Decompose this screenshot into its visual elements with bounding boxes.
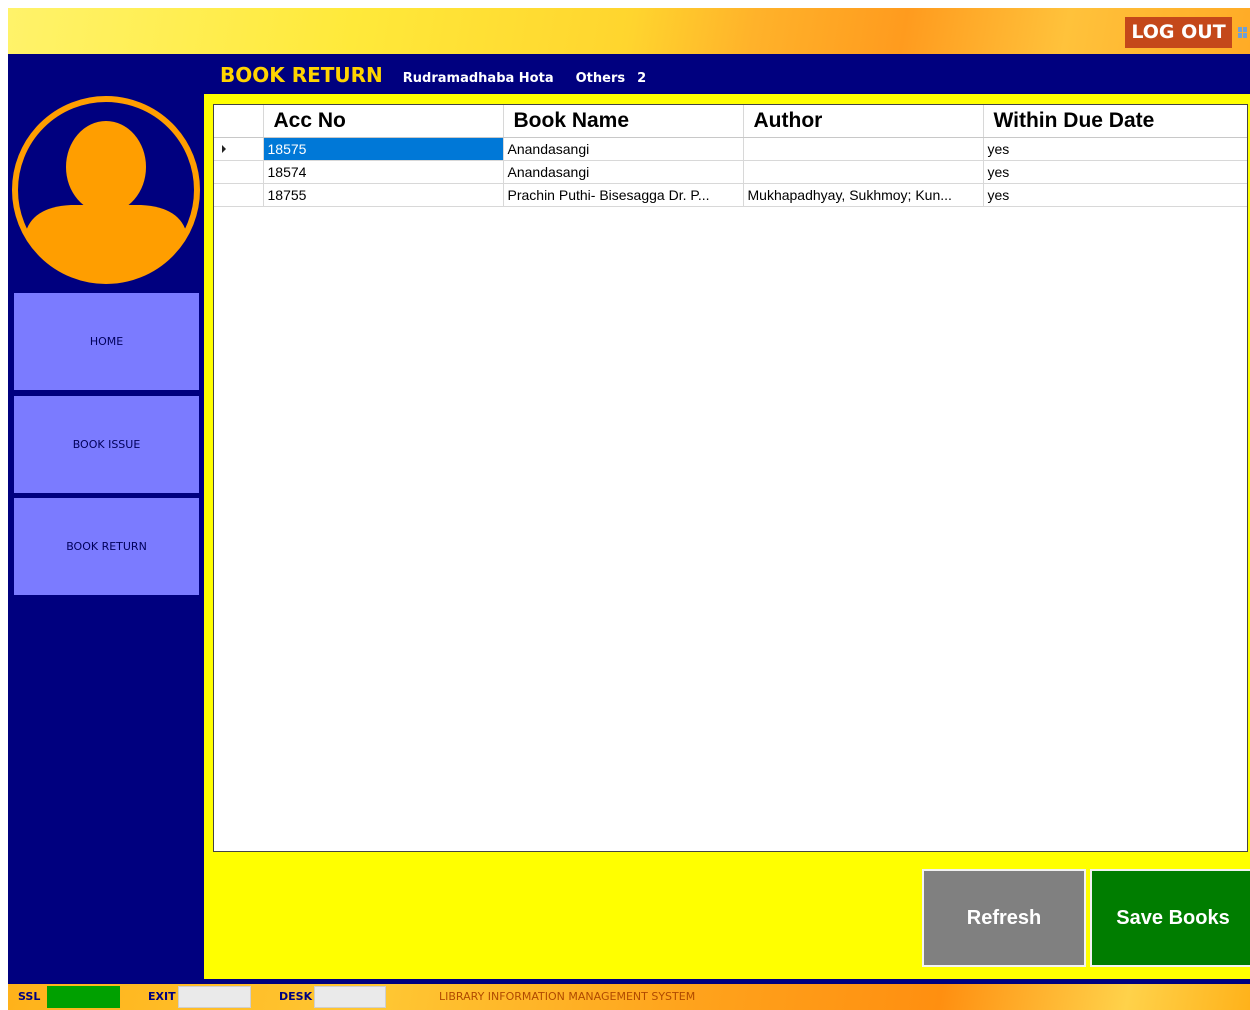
cell-book-name[interactable]: Prachin Puthi- Bisesagga Dr. P... — [503, 183, 744, 207]
exit-label: EXIT — [148, 990, 176, 1003]
status-bar: SSL EXIT DESK LIBRARY INFORMATION MANAGE… — [8, 984, 1250, 1010]
table-row[interactable]: 18755 Prachin Puthi- Bisesagga Dr. P... … — [214, 183, 1247, 207]
sidebar-item-label: BOOK RETURN — [66, 540, 147, 553]
cell-author[interactable]: Mukhapadhyay, Sukhmoy; Kun... — [743, 183, 984, 207]
sidebar-item-book-return[interactable]: BOOK RETURN — [14, 498, 199, 595]
page-header: BOOK RETURN Rudramadhaba Hota Others 2 — [220, 63, 646, 89]
refresh-button[interactable]: Refresh — [922, 869, 1086, 967]
table-row[interactable]: 18575 Anandasangi yes — [214, 137, 1247, 161]
column-header-author[interactable]: Author — [743, 105, 984, 138]
sidebar-item-home[interactable]: HOME — [14, 293, 199, 390]
app-window: LOG OUT BOOK RETURN Rudramadhaba Hota Ot… — [8, 8, 1250, 1010]
desk-field[interactable] — [314, 986, 386, 1008]
cell-acc-no[interactable]: 18574 — [263, 160, 504, 184]
cell-within-due-date[interactable]: yes — [983, 160, 1247, 184]
column-header-acc-no[interactable]: Acc No — [263, 105, 504, 138]
cell-acc-no[interactable]: 18755 — [263, 183, 504, 207]
page-title: BOOK RETURN — [220, 63, 383, 87]
top-bar: LOG OUT — [8, 8, 1250, 54]
row-header-corner — [214, 105, 264, 138]
cell-within-due-date[interactable]: yes — [983, 183, 1247, 207]
user-category: Others — [575, 71, 626, 86]
ssl-indicator — [47, 986, 120, 1008]
book-grid[interactable]: Acc No Book Name Author Within Due Date … — [213, 104, 1248, 852]
row-header[interactable] — [214, 137, 264, 161]
cell-within-due-date[interactable]: yes — [983, 137, 1247, 161]
cell-book-name[interactable]: Anandasangi — [503, 160, 744, 184]
logout-button[interactable]: LOG OUT — [1125, 17, 1232, 48]
cell-author[interactable] — [743, 137, 984, 161]
sidebar-item-label: HOME — [89, 335, 124, 348]
footer-text: LIBRARY INFORMATION MANAGEMENT SYSTEM — [439, 990, 696, 1003]
cell-acc-no[interactable]: 18575 — [263, 137, 504, 161]
sidebar-item-label: BOOK ISSUE — [72, 438, 141, 451]
exit-field[interactable] — [178, 986, 251, 1008]
ssl-label: SSL — [18, 990, 41, 1003]
window-icon[interactable] — [1238, 27, 1248, 39]
column-header-book-name[interactable]: Book Name — [503, 105, 744, 138]
user-avatar-icon — [12, 96, 200, 284]
row-header[interactable] — [214, 183, 264, 207]
cell-author[interactable] — [743, 160, 984, 184]
save-books-button[interactable]: Save Books — [1090, 869, 1250, 967]
row-header[interactable] — [214, 160, 264, 184]
sidebar-item-book-issue[interactable]: BOOK ISSUE — [14, 396, 199, 493]
desk-label: DESK — [279, 990, 313, 1003]
grid-header-row: Acc No Book Name Author Within Due Date — [214, 105, 1247, 138]
table-row[interactable]: 18574 Anandasangi yes — [214, 160, 1247, 184]
column-header-within-due-date[interactable]: Within Due Date — [983, 105, 1247, 138]
main-panel: Acc No Book Name Author Within Due Date … — [204, 94, 1250, 979]
user-name: Rudramadhaba Hota — [402, 71, 554, 86]
book-count: 2 — [637, 71, 647, 86]
row-pointer-icon — [222, 144, 226, 153]
cell-book-name[interactable]: Anandasangi — [503, 137, 744, 161]
